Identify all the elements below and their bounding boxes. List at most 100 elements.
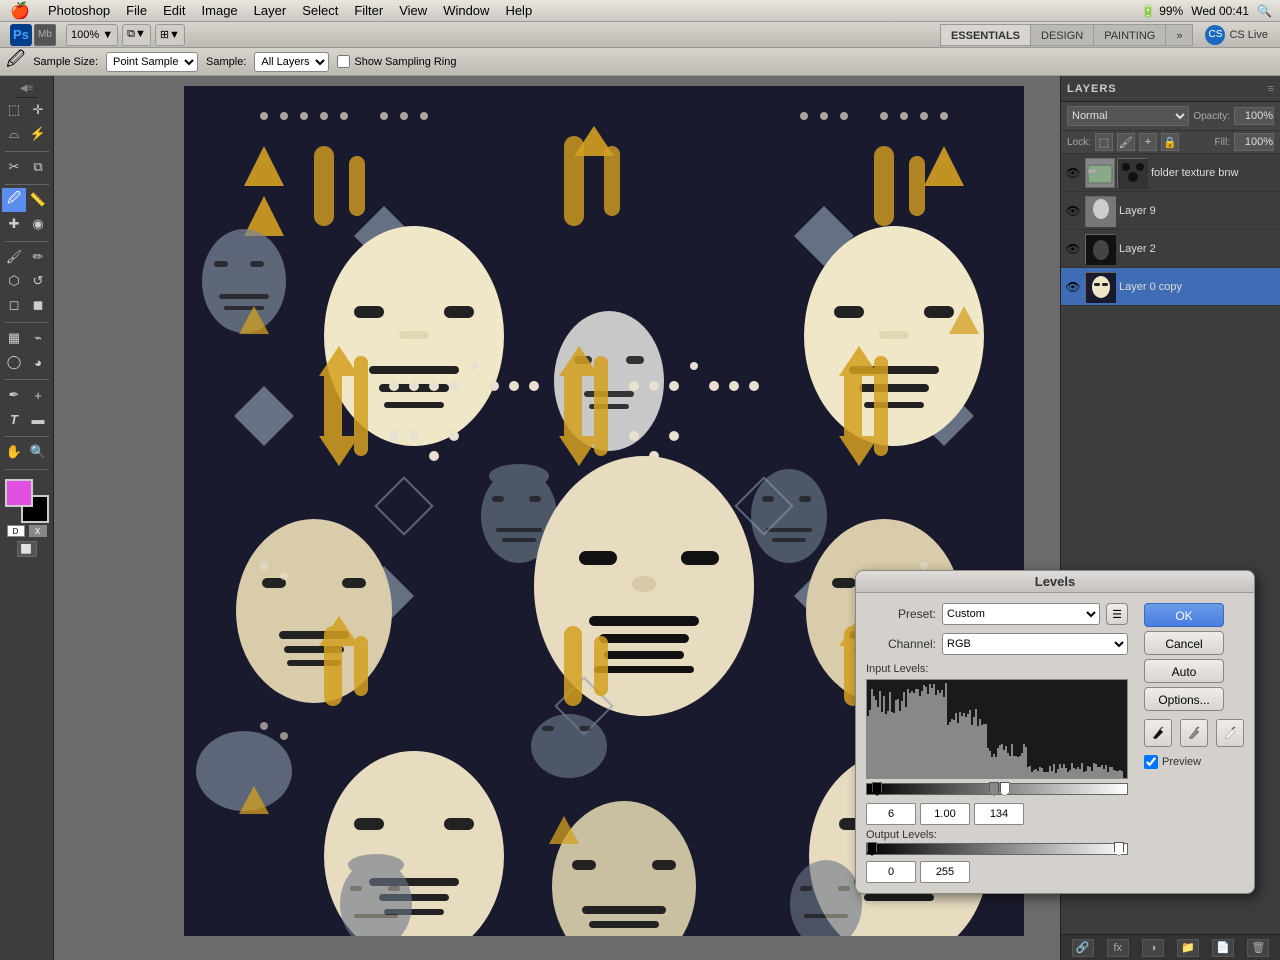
white-point-eyedropper[interactable] <box>1216 719 1244 747</box>
output-max-handle[interactable] <box>1114 842 1124 856</box>
input-gamma-value[interactable] <box>920 803 970 825</box>
cs-live-label[interactable]: CS Live <box>1229 29 1268 41</box>
search-icon[interactable]: 🔍 <box>1257 4 1272 18</box>
preset-menu-btn[interactable]: ☰ <box>1106 603 1128 625</box>
show-sampling-ring-option[interactable]: Show Sampling Ring <box>337 55 456 68</box>
layers-panel-menu[interactable]: ≡ <box>1268 83 1274 95</box>
layer-item-2[interactable]: 👁 Layer 2 <box>1061 230 1280 268</box>
pencil-tool[interactable]: ✏ <box>26 245 50 269</box>
patch-tool[interactable]: ◉ <box>26 212 50 236</box>
add-anchor[interactable]: + <box>26 383 50 407</box>
default-colors-btn[interactable]: D <box>7 525 25 537</box>
menu-window[interactable]: Window <box>435 0 497 22</box>
ruler-tool[interactable]: 📏 <box>26 188 50 212</box>
black-point-eyedropper[interactable] <box>1144 719 1172 747</box>
brush-tool[interactable]: 🖌 <box>2 245 26 269</box>
apple-menu[interactable]: 🍎 <box>0 1 40 21</box>
menu-filter[interactable]: Filter <box>346 0 391 22</box>
blur-tool[interactable]: ⌁ <box>26 326 50 350</box>
layer-visibility-0-copy[interactable]: 👁 <box>1065 279 1081 295</box>
menu-image[interactable]: Image <box>194 0 246 22</box>
history-brush[interactable]: ↺ <box>26 269 50 293</box>
input-gamma-handle[interactable] <box>989 782 999 796</box>
output-min-value[interactable] <box>866 861 916 883</box>
input-white-value[interactable] <box>974 803 1024 825</box>
add-mask-btn[interactable]: ◑ <box>1142 939 1164 957</box>
eraser-tool[interactable]: ◻ <box>2 293 26 317</box>
menu-photoshop[interactable]: Photoshop <box>40 0 118 22</box>
sample-select[interactable]: All Layers <box>254 52 329 72</box>
tab-design[interactable]: DESIGN <box>1030 24 1093 46</box>
link-layers-btn[interactable]: 🔗 <box>1072 939 1094 957</box>
gray-point-eyedropper[interactable] <box>1180 719 1208 747</box>
menu-edit[interactable]: Edit <box>155 0 193 22</box>
input-slider-track <box>866 783 1128 799</box>
move-tool[interactable]: ✛ <box>26 98 50 122</box>
preview-checkbox[interactable] <box>1144 755 1158 769</box>
blend-mode-select[interactable]: Normal Dissolve Multiply Screen Overlay <box>1067 106 1189 126</box>
layer-item-folder-texture[interactable]: 👁 <box>1061 154 1280 192</box>
input-white-point-handle[interactable] <box>1000 782 1010 796</box>
lock-all-btn[interactable]: 🔒 <box>1161 133 1179 151</box>
cancel-button[interactable]: Cancel <box>1144 631 1224 655</box>
sample-size-select[interactable]: Point Sample <box>106 52 198 72</box>
menu-file[interactable]: File <box>118 0 155 22</box>
input-black-value[interactable] <box>866 803 916 825</box>
lock-transparent-btn[interactable]: ⬚ <box>1095 133 1113 151</box>
arrange-button[interactable]: ⧉▼ <box>122 24 151 46</box>
channel-select[interactable]: RGB Red Green Blue <box>942 633 1128 655</box>
tab-essentials[interactable]: ESSENTIALS <box>940 24 1030 46</box>
menu-layer[interactable]: Layer <box>246 0 295 22</box>
lock-image-btn[interactable]: 🖌 <box>1117 133 1135 151</box>
zoom-tool[interactable]: 🔍 <box>26 440 50 464</box>
new-layer-btn[interactable]: 📄 <box>1212 939 1234 957</box>
options-button[interactable]: Options... <box>1144 687 1224 711</box>
burn-tool[interactable]: ◕ <box>26 350 50 374</box>
gradient-tool[interactable]: ▦ <box>2 326 26 350</box>
crop-tool[interactable]: ✂ <box>2 155 26 179</box>
foreground-color-swatch[interactable] <box>5 479 33 507</box>
tab-painting[interactable]: PAINTING <box>1093 24 1165 46</box>
zoom-button[interactable]: 100% ▼ <box>66 24 118 46</box>
shape-tool[interactable]: ▬ <box>26 407 50 431</box>
show-sampling-ring-checkbox[interactable] <box>337 55 350 68</box>
layer-item-0-copy[interactable]: 👁 Layer 0 copy <box>1061 268 1280 306</box>
layout-button[interactable]: ⊞▼ <box>155 24 185 46</box>
new-group-btn[interactable]: 📁 <box>1177 939 1199 957</box>
layer-item-9[interactable]: 👁 Layer 9 <box>1061 192 1280 230</box>
dodge-tool[interactable]: ◯ <box>2 350 26 374</box>
toolbox-menu[interactable]: ≡ <box>27 83 33 94</box>
switch-colors-btn[interactable]: X <box>29 525 47 537</box>
layer-visibility-folder[interactable]: 👁 <box>1065 165 1081 181</box>
screen-mode-btn[interactable]: ⬜ <box>17 541 37 557</box>
ok-button[interactable]: OK <box>1144 603 1224 627</box>
menu-view[interactable]: View <box>391 0 435 22</box>
opacity-input[interactable] <box>1234 107 1274 125</box>
menu-help[interactable]: Help <box>497 0 540 22</box>
add-style-btn[interactable]: fx <box>1107 939 1129 957</box>
pen-tool[interactable]: ✒ <box>2 383 26 407</box>
output-max-value[interactable] <box>920 861 970 883</box>
fill-input[interactable] <box>1234 133 1274 151</box>
auto-button[interactable]: Auto <box>1144 659 1224 683</box>
lock-position-btn[interactable]: + <box>1139 133 1157 151</box>
text-tool[interactable]: T <box>2 407 26 431</box>
toolbox-collapse[interactable]: ◀ <box>20 83 28 94</box>
layer-visibility-9[interactable]: 👁 <box>1065 203 1081 219</box>
wand-tool[interactable]: ⚡ <box>26 122 50 146</box>
eyedropper-tool[interactable]: 🖉 <box>2 188 26 212</box>
healing-tool[interactable]: ✚ <box>2 212 26 236</box>
preset-select[interactable]: Custom Default Darker <box>942 603 1100 625</box>
output-min-handle[interactable] <box>867 842 877 856</box>
input-black-point-handle[interactable] <box>872 782 882 796</box>
clone-tool[interactable]: ⬡ <box>2 269 26 293</box>
lasso-tool[interactable]: ⌓ <box>2 122 26 146</box>
marquee-tool[interactable]: ⬚ <box>2 98 26 122</box>
magic-eraser[interactable]: ◼ <box>26 293 50 317</box>
delete-layer-btn[interactable]: 🗑 <box>1247 939 1269 957</box>
tab-expand[interactable]: » <box>1165 24 1193 46</box>
slice-tool[interactable]: ⧉ <box>26 155 50 179</box>
hand-tool[interactable]: ✋ <box>2 440 26 464</box>
layer-visibility-2[interactable]: 👁 <box>1065 241 1081 257</box>
menu-select[interactable]: Select <box>294 0 346 22</box>
